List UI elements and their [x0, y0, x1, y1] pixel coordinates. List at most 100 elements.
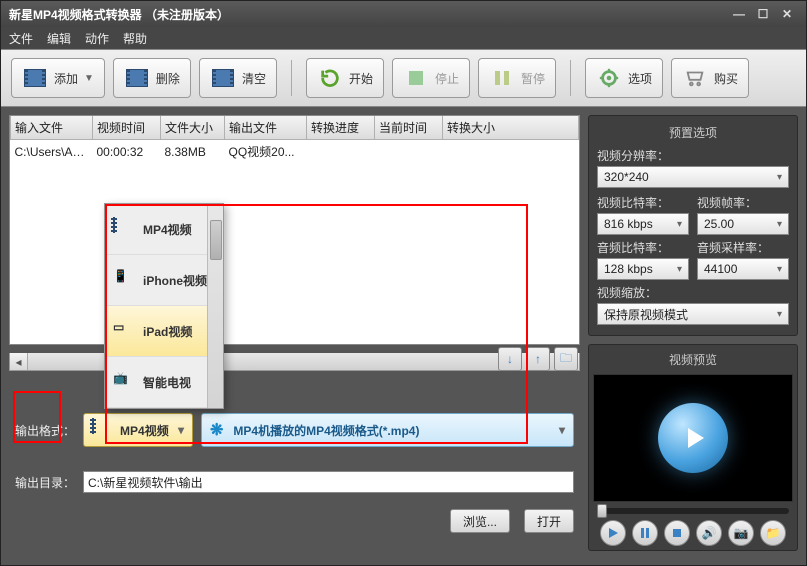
popup-item-iphone[interactable]: 📱iPhone视频 — [105, 255, 223, 306]
zoom-label: 视频缩放： — [597, 284, 789, 301]
pause-icon — [489, 65, 515, 91]
volume-button[interactable]: 🔊 — [696, 520, 722, 546]
seek-slider[interactable] — [597, 508, 789, 514]
camera-icon: 📷 — [734, 526, 749, 540]
menu-edit[interactable]: 编辑 — [47, 30, 71, 47]
cart-icon — [682, 65, 708, 91]
menu-action[interactable]: 动作 — [85, 30, 109, 47]
table-hscrollbar[interactable]: ◂ ▸ — [9, 353, 580, 371]
chevron-down-icon: ▾ — [178, 423, 184, 437]
list-action-buttons: ↓ ↑ 🗀 — [498, 347, 578, 371]
stop-icon — [403, 65, 429, 91]
col-progress[interactable]: 转换进度 — [307, 116, 375, 140]
open-button[interactable]: 打开 — [524, 509, 574, 533]
speaker-icon: 🔊 — [702, 526, 717, 540]
move-up-button[interactable]: ↑ — [526, 347, 550, 371]
col-vtime[interactable]: 视频时间 — [93, 116, 161, 140]
file-table[interactable]: 输入文件 视频时间 文件大小 输出文件 转换进度 当前时间 转换大小 C:\Us… — [9, 115, 580, 345]
output-profile-dropdown[interactable]: ❋ MP4机播放的MP4视频格式(*.mp4) ▾ — [201, 413, 574, 447]
menubar: 文件 编辑 动作 帮助 — [1, 27, 806, 49]
dropdown-caret-icon: ▼ — [84, 73, 94, 84]
asamplerate-select[interactable]: 44100▾ — [697, 258, 789, 280]
toolbar: 添加 ▼ 删除 清空 开始 停止 暂停 选项 — [1, 49, 806, 107]
chevron-down-icon: ▾ — [777, 264, 782, 275]
chevron-down-icon: ▾ — [777, 309, 782, 320]
titlebar: 新星MP4视频格式转换器 （未注册版本） — ☐ ✕ — [1, 1, 806, 27]
table-row[interactable]: C:\Users\Ad... 00:00:32 8.38MB QQ视频20... — [11, 140, 579, 164]
output-dir-input[interactable] — [83, 471, 574, 493]
vfps-label: 视频帧率： — [697, 194, 789, 211]
stop-button[interactable]: 停止 — [392, 58, 470, 98]
minimize-button[interactable]: — — [728, 6, 750, 22]
snapshot-button[interactable]: 📷 — [728, 520, 754, 546]
window-title: 新星MP4视频格式转换器 （未注册版本） — [9, 6, 229, 23]
vfps-select[interactable]: 25.00▾ — [697, 213, 789, 235]
col-csize[interactable]: 转换大小 — [443, 116, 579, 140]
iphone-icon: 📱 — [113, 269, 135, 291]
ipad-icon: ▭ — [113, 320, 135, 342]
buy-button[interactable]: 购买 — [671, 58, 749, 98]
format-gear-icon: ❋ — [210, 420, 223, 440]
presets-title: 预置选项 — [597, 122, 789, 147]
popup-scrollbar[interactable] — [207, 204, 223, 408]
col-output[interactable]: 输出文件 — [225, 116, 307, 140]
output-format-row: 输出格式： MP4视频 ▾ ❋ MP4机播放的MP4视频格式(*.mp4) ▾ — [9, 405, 580, 455]
abitrate-select[interactable]: 128 kbps▾ — [597, 258, 689, 280]
pause-button[interactable]: 暂停 — [478, 58, 556, 98]
start-button[interactable]: 开始 — [306, 58, 384, 98]
refresh-icon — [317, 65, 343, 91]
preview-panel: 视频预览 🔊 📷 📁 — [588, 344, 798, 551]
menu-file[interactable]: 文件 — [9, 30, 33, 47]
maximize-button[interactable]: ☐ — [752, 6, 774, 22]
folder-icon: 🗀 — [560, 349, 572, 370]
open-folder-button[interactable]: 🗀 — [554, 347, 578, 371]
app-window: 新星MP4视频格式转换器 （未注册版本） — ☐ ✕ 文件 编辑 动作 帮助 添… — [0, 0, 807, 566]
play-disc-icon — [658, 403, 728, 473]
popup-item-ipad[interactable]: ▭iPad视频 — [105, 306, 223, 357]
left-column: 输入文件 视频时间 文件大小 输出文件 转换进度 当前时间 转换大小 C:\Us… — [9, 115, 580, 557]
output-format-label: 输出格式： — [15, 422, 75, 439]
zoom-select[interactable]: 保持原视频模式▾ — [597, 303, 789, 325]
player-controls: 🔊 📷 📁 — [593, 516, 793, 546]
output-dir-label: 输出目录： — [15, 474, 75, 491]
film-delete-icon — [124, 65, 150, 91]
pause-button[interactable] — [632, 520, 658, 546]
main-area: 输入文件 视频时间 文件大小 输出文件 转换进度 当前时间 转换大小 C:\Us… — [1, 107, 806, 565]
move-down-button[interactable]: ↓ — [498, 347, 522, 371]
popup-item-mp4[interactable]: MP4视频 — [105, 204, 223, 255]
resolution-select[interactable]: 320*240▾ — [597, 166, 789, 188]
delete-button[interactable]: 删除 — [113, 58, 191, 98]
chevron-down-icon: ▾ — [677, 219, 682, 230]
options-button[interactable]: 选项 — [585, 58, 663, 98]
col-curtime[interactable]: 当前时间 — [375, 116, 443, 140]
abitrate-label: 音频比特率： — [597, 239, 689, 256]
presets-panel: 预置选项 视频分辨率： 320*240▾ 视频比特率： 816 kbps▾ 视频… — [588, 115, 798, 336]
seek-knob[interactable] — [597, 504, 607, 518]
col-input[interactable]: 输入文件 — [11, 116, 93, 140]
stop-button[interactable] — [664, 520, 690, 546]
vbitrate-select[interactable]: 816 kbps▾ — [597, 213, 689, 235]
vbitrate-label: 视频比特率： — [597, 194, 689, 211]
right-column: 预置选项 视频分辨率： 320*240▾ 视频比特率： 816 kbps▾ 视频… — [588, 115, 798, 557]
film-clear-icon — [210, 65, 236, 91]
gear-icon — [596, 65, 622, 91]
preview-title: 视频预览 — [593, 349, 793, 374]
clear-button[interactable]: 清空 — [199, 58, 277, 98]
chevron-down-icon: ▾ — [777, 219, 782, 230]
browse-button[interactable]: 浏览... — [450, 509, 510, 533]
close-button[interactable]: ✕ — [776, 6, 798, 22]
output-format-dropdown[interactable]: MP4视频 ▾ — [83, 413, 193, 447]
chevron-down-icon: ▾ — [677, 264, 682, 275]
folder-icon: 📁 — [766, 526, 781, 540]
chevron-down-icon: ▾ — [559, 423, 565, 437]
film-icon — [92, 419, 114, 441]
popup-item-tv[interactable]: 📺智能电视 — [105, 357, 223, 408]
asamplerate-label: 音频采样率： — [697, 239, 789, 256]
play-button[interactable] — [600, 520, 626, 546]
menu-help[interactable]: 帮助 — [123, 30, 147, 47]
col-fsize[interactable]: 文件大小 — [161, 116, 225, 140]
add-button[interactable]: 添加 ▼ — [11, 58, 105, 98]
film-add-icon — [22, 65, 48, 91]
open-folder-button[interactable]: 📁 — [760, 520, 786, 546]
scroll-left-icon[interactable]: ◂ — [10, 353, 28, 370]
